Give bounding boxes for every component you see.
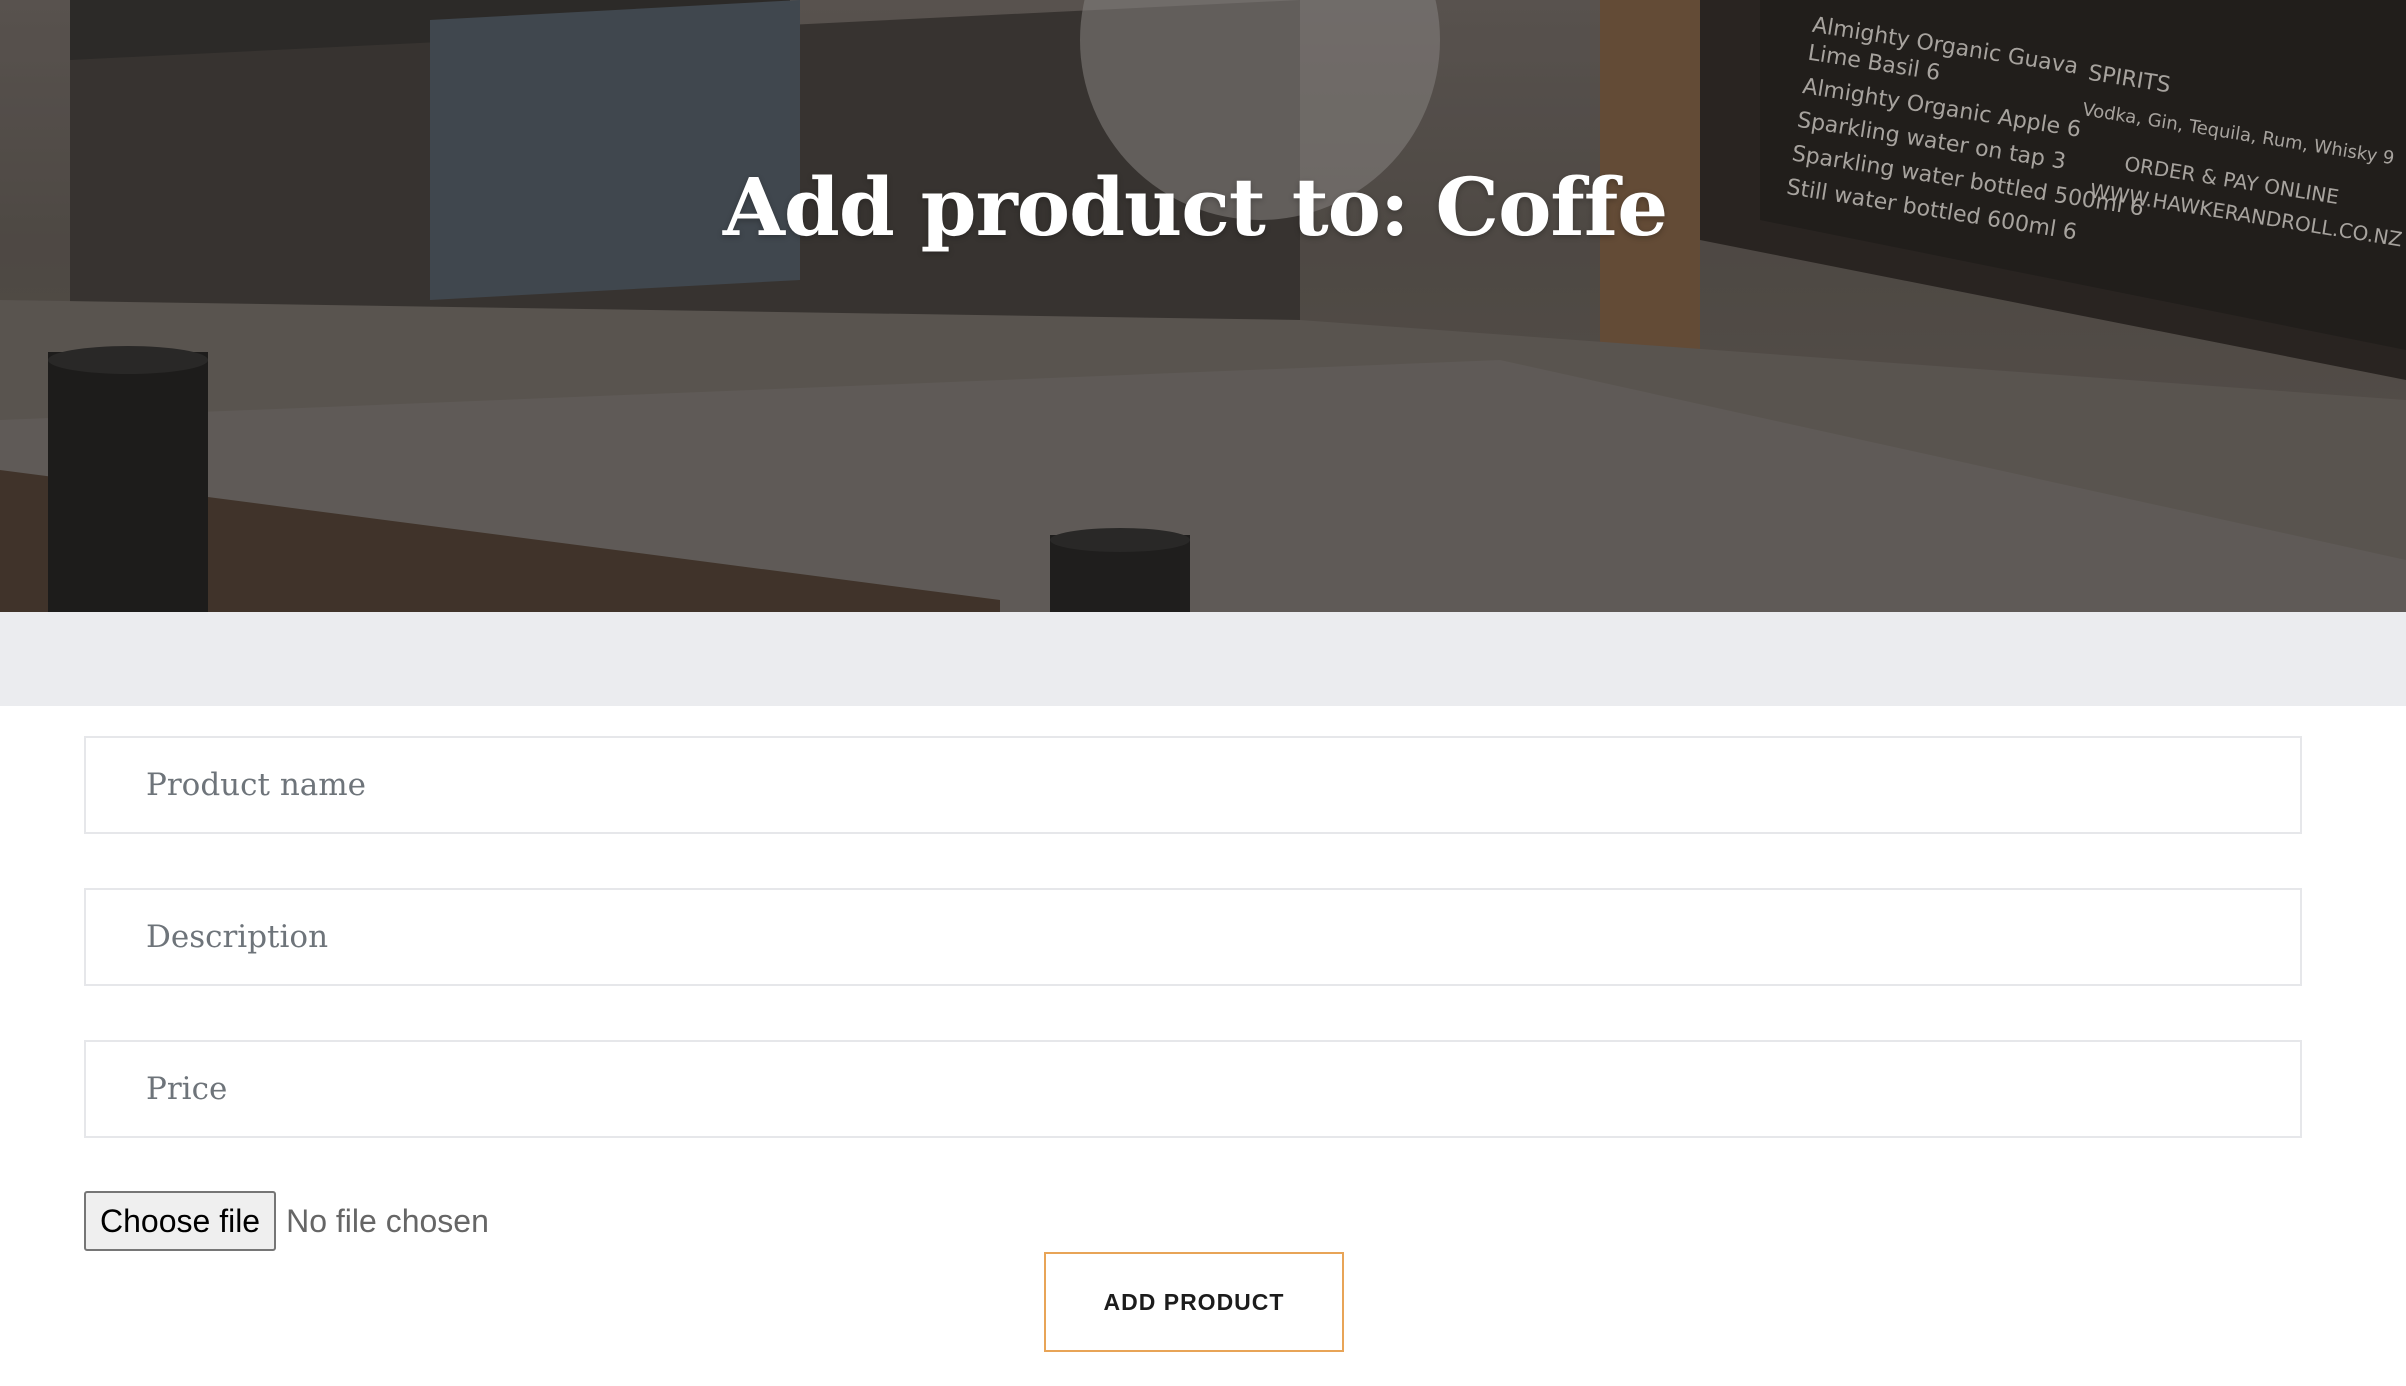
hero-banner: Almighty Organic Guava Lime Basil 6 Almi… <box>0 0 2406 612</box>
hero-overlay <box>0 0 2406 612</box>
choose-file-button[interactable]: Choose file <box>84 1191 277 1251</box>
price-input[interactable] <box>84 1040 2302 1138</box>
product-name-input[interactable] <box>84 736 2302 834</box>
add-product-button[interactable]: ADD PRODUCT <box>1044 1252 1344 1352</box>
page-title: Add product to: Coffe <box>722 160 1668 254</box>
description-input[interactable] <box>84 888 2302 986</box>
divider-band <box>0 612 2406 706</box>
file-status-text: No file chosen <box>286 1202 489 1239</box>
file-upload: Choose file No file chosen <box>84 1190 489 1252</box>
